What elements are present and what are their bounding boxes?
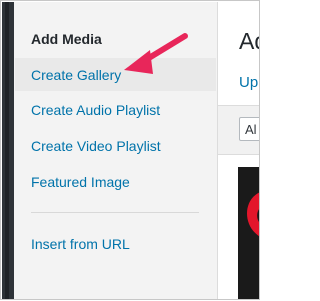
menu-separator	[31, 212, 199, 213]
sidebar-item-featured-image[interactable]: Featured Image	[31, 174, 130, 190]
sidebar-item-insert-from-url[interactable]: Insert from URL	[31, 236, 130, 252]
tab-upload-files[interactable]: Upl	[239, 74, 259, 91]
sidebar-item-create-audio-playlist[interactable]: Create Audio Playlist	[31, 102, 160, 118]
page-title: Ad	[239, 28, 259, 54]
media-filter-select[interactable]: Al	[239, 117, 259, 141]
menu-heading-add-media[interactable]: Add Media	[31, 31, 102, 47]
sidebar-item-create-video-playlist[interactable]: Create Video Playlist	[31, 138, 161, 154]
admin-backdrop	[2, 2, 14, 299]
media-modal: Add Media Create Gallery Create Audio Pl…	[0, 0, 260, 300]
video-thumbnail-icon	[247, 192, 259, 236]
media-content-panel: Ad Upl Al	[218, 2, 259, 299]
sidebar-item-create-gallery[interactable]: Create Gallery	[31, 67, 121, 83]
media-thumbnail[interactable]	[238, 167, 259, 299]
